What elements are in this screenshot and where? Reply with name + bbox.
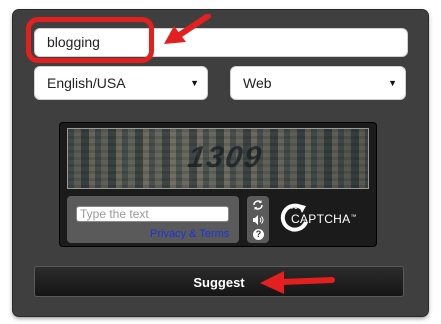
language-select-value: English/USA (47, 75, 126, 91)
suggest-button[interactable]: Suggest (34, 266, 404, 297)
captcha-image: 1309 (67, 128, 369, 189)
chevron-down-icon: ▼ (190, 78, 199, 88)
language-select[interactable]: English/USA ▼ (34, 66, 208, 100)
audio-icon[interactable] (252, 214, 264, 226)
privacy-terms-link[interactable]: Privacy & Terms (150, 228, 229, 240)
help-icon[interactable]: ? (253, 229, 264, 240)
search-type-select-value: Web (243, 75, 272, 91)
refresh-icon[interactable] (252, 199, 264, 211)
search-type-select[interactable]: Web ▼ (230, 66, 406, 100)
keyword-input[interactable]: blogging (34, 28, 408, 57)
chevron-down-icon: ▼ (388, 78, 397, 88)
recaptcha-brand: re CAPTCHA™ (291, 204, 357, 226)
captcha-response-input[interactable]: Type the text (76, 206, 229, 222)
recaptcha-brand-name: CAPTCHA (291, 212, 351, 226)
recaptcha-brand-prefix: re (291, 204, 299, 211)
recaptcha-brand-tm: ™ (350, 214, 357, 221)
captcha-distorted-text: 1309 (185, 141, 266, 174)
